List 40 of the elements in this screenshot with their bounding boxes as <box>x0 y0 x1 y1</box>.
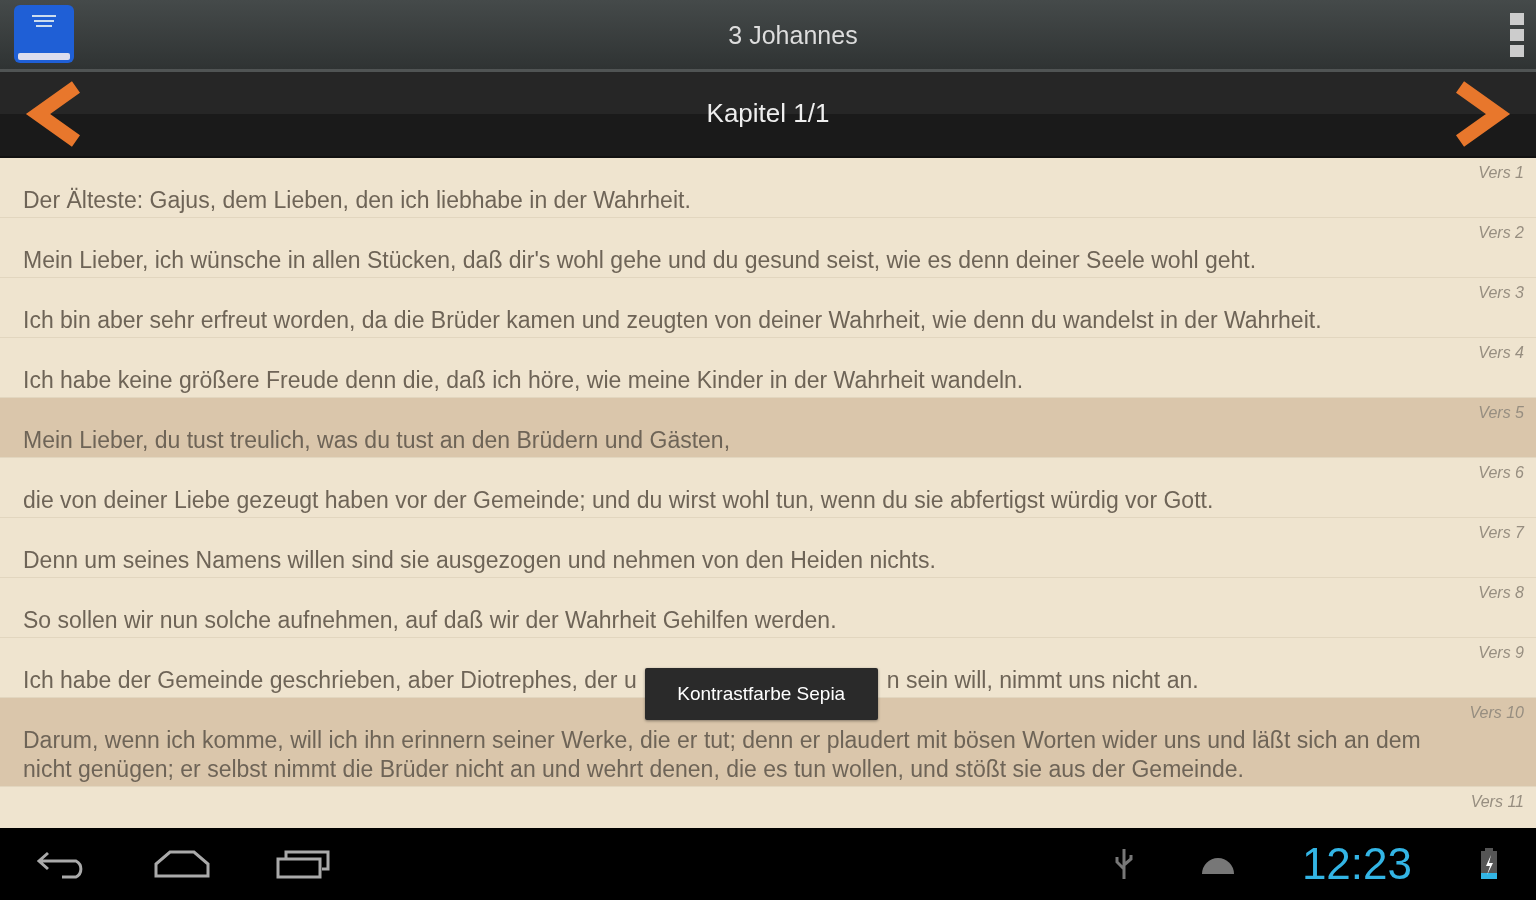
verse-number: Vers 8 <box>1478 583 1524 603</box>
verse-number: Vers 4 <box>1478 343 1524 363</box>
verse-row[interactable]: Vers 1 Der Älteste: Gajus, dem Lieben, den ich liebhabe in der Wahrheit. <box>0 158 1536 218</box>
app-title: 3 Johannes <box>727 19 859 50</box>
next-chapter-icon[interactable] <box>1456 79 1512 149</box>
home-icon[interactable] <box>154 850 210 878</box>
verse-number: Vers 9 <box>1478 643 1524 663</box>
verse-text: So sollen wir nun solche aufnehmen, auf daß wir der Wahrheit Gehilfen werden. <box>23 606 838 635</box>
verse-text: Mein Lieber, du tust treulich, was du tust an den Brüdern und Gästen, <box>23 426 732 455</box>
verse-row[interactable]: Vers 6 die von deiner Liebe gezeugt haben vor der Gemeinde; und du wirst wohl tun, wenn du sie abfertigst würdig vor Gott. <box>0 458 1536 518</box>
battery-icon <box>1478 847 1500 881</box>
verse-row[interactable]: Vers 3 Ich bin aber sehr erfreut worden, da die Brüder kamen und zeugten von deiner Wahrheit, wie denn du wandelst in der Wahrheit. <box>0 278 1536 338</box>
verse-number: Vers 6 <box>1478 463 1524 483</box>
verse-text: Ich habe der Gemeinde geschrieben, aber Diotrephes, der u <box>23 666 637 695</box>
verse-text: Mein Lieber, ich wünsche in allen Stücken, daß dir's wohl gehe und du gesund seist, wie es denn deiner Seele wohl geht. <box>23 246 1258 275</box>
verse-text: Ich bin aber sehr erfreut worden, da die Brüder kamen und zeugten von deiner Wahrheit, wie denn du wandelst in der Wahrheit. <box>23 306 1323 335</box>
verse-number: Vers 2 <box>1478 223 1524 243</box>
toast-message: Kontrastfarbe Sepia <box>644 668 878 720</box>
verse-number: Vers 5 <box>1478 403 1524 423</box>
verse-text: die von deiner Liebe gezeugt haben vor der Gemeinde; und du wirst wohl tun, wenn du sie abfertigst würdig vor Gott. <box>23 486 1215 515</box>
verse-number: Vers 7 <box>1478 523 1524 543</box>
usb-icon <box>1113 847 1134 881</box>
verse-row[interactable]: Vers 5 Mein Lieber, du tust treulich, was du tust an den Brüdern und Gästen, <box>0 398 1536 458</box>
recent-apps-icon[interactable] <box>276 849 330 879</box>
verse-text: n sein will, nimmt uns nicht an. <box>886 666 1199 695</box>
verse-row[interactable]: Vers 2 Mein Lieber, ich wünsche in allen Stücken, daß dir's wohl gehe und du gesund seist, wie es denn deiner Seele wohl geht. <box>0 218 1536 278</box>
verse-text: Denn um seines Namens willen sind sie ausgezogen und nehmen von den Heiden nichts. <box>23 546 937 575</box>
overflow-menu-icon[interactable] <box>1510 12 1524 57</box>
verse-text: Ich habe keine größere Freude denn die, daß ich höre, wie meine Kinder in der Wahrheit wandeln. <box>23 366 1025 395</box>
verse-text: Der Älteste: Gajus, dem Lieben, den ich liebhabe in der Wahrheit. <box>23 186 692 215</box>
verse-number: Vers 1 <box>1478 163 1524 183</box>
chapter-title: Kapitel 1/1 <box>705 98 831 130</box>
verse-row[interactable]: Vers 7 Denn um seines Namens willen sind sie ausgezogen und nehmen von den Heiden nichts. <box>0 518 1536 578</box>
previous-chapter-icon[interactable] <box>24 79 80 149</box>
verse-number: Vers 10 <box>1469 703 1524 723</box>
verse-number: Vers 11 <box>1470 792 1524 812</box>
clock-time: 12:23 <box>1301 838 1412 890</box>
verse-row[interactable]: Vers 8 So sollen wir nun solche aufnehmen, auf daß wir der Wahrheit Gehilfen werden. <box>0 578 1536 638</box>
verse-text: Darum, wenn ich komme, will ich ihn erinnern seiner Werke, die er tut; denn er plaudert mit bösen Worten wider uns und läßt sich an dem nicht genügen; er selbst nimmt die Brüder nicht an und wehrt denen, die es tun wollen, und stößt sie aus der Gemeinde. <box>23 726 1422 784</box>
verse-number: Vers 3 <box>1478 283 1524 303</box>
